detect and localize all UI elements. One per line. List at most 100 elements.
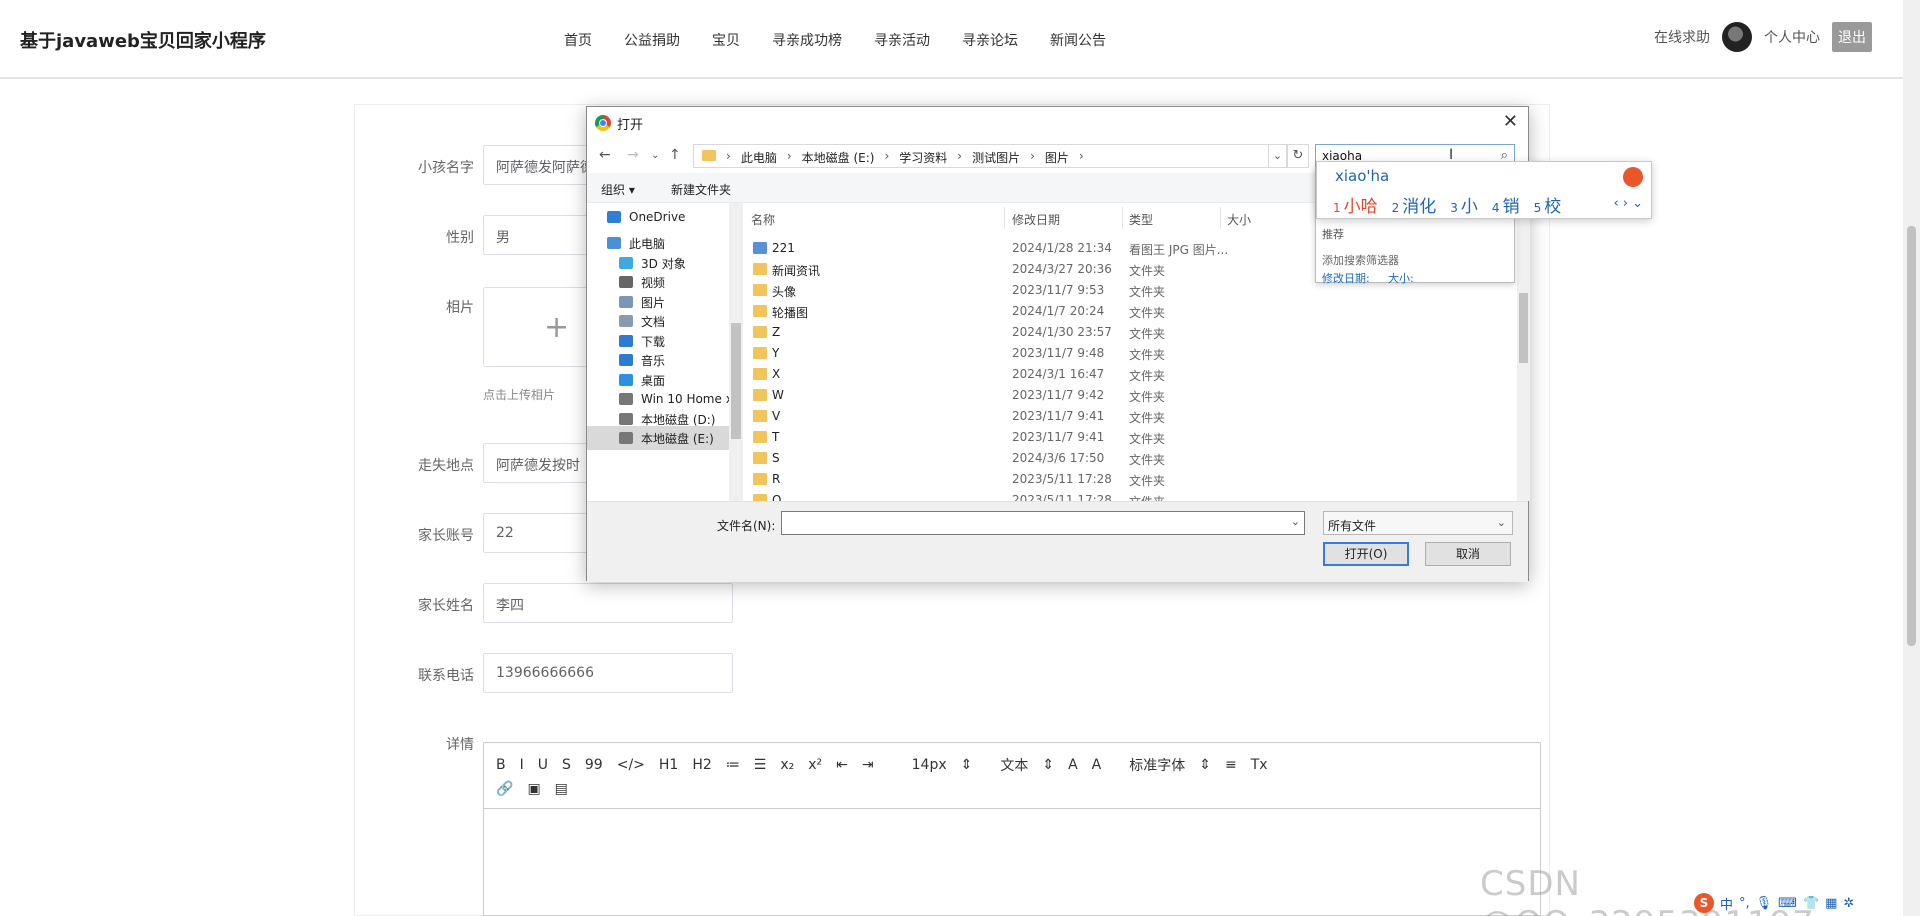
h2-icon[interactable]: H2 <box>692 757 711 773</box>
italic-icon[interactable]: I <box>520 757 524 773</box>
filter-size[interactable]: 大小: <box>1388 270 1414 286</box>
font-family-select[interactable]: 标准字体 <box>1129 755 1185 775</box>
file-row[interactable]: Q 2023/5/11 17:28 文件夹 <box>747 490 1407 501</box>
ime-candidate[interactable]: 3小 <box>1450 192 1478 217</box>
font-family-arrows-icon[interactable]: ⇕ <box>1199 757 1211 773</box>
file-row[interactable]: X 2024/3/1 16:47 文件夹 <box>747 364 1407 385</box>
breadcrumb-images[interactable]: 图片 <box>1045 149 1069 167</box>
nav-item-home[interactable]: 首页 <box>564 30 592 50</box>
file-row[interactable]: R 2023/5/11 17:28 文件夹 <box>747 469 1407 490</box>
nav-item-activities[interactable]: 寻亲活动 <box>874 30 930 50</box>
column-header-date[interactable]: 修改日期 <box>1012 211 1060 228</box>
indent-icon[interactable]: ⇥ <box>862 757 874 773</box>
page-scrollbar-thumb[interactable] <box>1907 226 1916 646</box>
file-row[interactable]: 新闻资讯 2024/3/27 20:36 文件夹 <box>747 259 1407 280</box>
image-icon[interactable]: ▣ <box>527 781 540 797</box>
font-color-icon[interactable]: A <box>1068 757 1078 773</box>
superscript-icon[interactable]: x² <box>808 757 822 773</box>
keyboard-icon[interactable]: ⌨ <box>1778 896 1797 911</box>
nav-item-news[interactable]: 新闻公告 <box>1050 30 1106 50</box>
recent-locations-chevron-icon[interactable]: ⌄ <box>651 150 659 161</box>
video-icon[interactable]: ▤ <box>555 781 568 797</box>
new-folder-button[interactable]: 新建文件夹 <box>671 181 731 198</box>
file-row[interactable]: 头像 2023/11/7 9:53 文件夹 <box>747 280 1407 301</box>
suggestion-recommend[interactable]: 推荐 <box>1322 226 1344 242</box>
font-size-arrows-icon[interactable]: ⇕ <box>961 757 973 773</box>
parent-name-input[interactable]: 李四 <box>483 583 733 623</box>
file-row[interactable]: V 2023/11/7 9:41 文件夹 <box>747 406 1407 427</box>
add-search-filter[interactable]: 添加搜索筛选器 <box>1322 252 1399 268</box>
nav-item-forum[interactable]: 寻亲论坛 <box>962 30 1018 50</box>
file-row[interactable]: 221 2024/1/28 21:34 看图王 JPG 图片... <box>747 238 1407 259</box>
text-style-select[interactable]: 文本 <box>1000 755 1028 775</box>
navigation-pane-scrollbar[interactable] <box>729 203 743 501</box>
code-icon[interactable]: </> <box>617 757 645 773</box>
site-title[interactable]: 基于javaweb宝贝回家小程序 <box>20 27 266 53</box>
breadcrumb-study[interactable]: 学习资料 <box>899 149 947 167</box>
file-list-scrollbar-thumb[interactable] <box>1519 293 1528 363</box>
background-color-icon[interactable]: A <box>1092 757 1102 773</box>
file-type-select[interactable]: 所有文件 ⌄ <box>1323 511 1513 535</box>
align-icon[interactable]: ≡ <box>1225 757 1237 773</box>
breadcrumb-this-pc[interactable]: 此电脑 <box>741 149 777 167</box>
organize-button[interactable]: 组织 ▾ <box>601 181 635 198</box>
cancel-button[interactable]: 取消 <box>1425 542 1511 566</box>
nav-item-success-list[interactable]: 寻亲成功榜 <box>772 30 842 50</box>
up-arrow-icon[interactable]: ↑ <box>669 147 681 163</box>
close-icon[interactable]: ✕ <box>1503 111 1518 132</box>
column-divider[interactable] <box>1122 207 1123 229</box>
skin-icon[interactable]: 👕 <box>1803 896 1819 911</box>
toolbox-icon[interactable]: ▦ <box>1825 896 1837 911</box>
file-row[interactable]: 轮播图 2024/1/7 20:24 文件夹 <box>747 301 1407 322</box>
punctuation-icon[interactable]: °, <box>1739 896 1750 911</box>
ime-language-indicator[interactable]: 中 <box>1720 894 1733 913</box>
ime-candidate[interactable]: 5校 <box>1534 192 1562 217</box>
address-bar[interactable]: › 此电脑 › 本地磁盘 (E:) › 学习资料 › 测试图片 › 图片 › <box>693 144 1269 168</box>
navigation-pane-scrollbar-thumb[interactable] <box>731 323 741 439</box>
ime-page-arrows[interactable]: ‹ › ⌄ <box>1613 196 1643 211</box>
personal-center-link[interactable]: 个人中心 <box>1764 27 1820 47</box>
rich-text-editor[interactable]: B I U S 99 </> H1 H2 ≔ ☰ x₂ x² ⇤ ⇥ 14px ⇕ 文本 ⇕ A A 标准字体 ⇕ ≡ Tx … <box>483 742 1541 916</box>
nav-item[interactable]: OneDrive <box>607 205 685 229</box>
logout-button[interactable]: 退出 <box>1832 22 1872 52</box>
ordered-list-icon[interactable]: ≔ <box>726 757 740 773</box>
chevron-down-icon[interactable]: ⌄ <box>1497 516 1506 529</box>
link-icon[interactable]: 🔗 <box>496 781 513 797</box>
breadcrumb-drive-e[interactable]: 本地磁盘 (E:) <box>802 149 875 167</box>
nav-item-donation[interactable]: 公益捐助 <box>624 30 680 50</box>
strike-icon[interactable]: S <box>562 757 571 773</box>
dialog-titlebar[interactable]: 打开 ✕ <box>587 107 1528 139</box>
open-button[interactable]: 打开(O) <box>1323 542 1409 566</box>
filter-modified-date[interactable]: 修改日期: <box>1322 270 1370 286</box>
microphone-icon[interactable]: 🎙 <box>1756 896 1773 911</box>
ime-candidate[interactable]: 4销 <box>1492 192 1520 217</box>
back-arrow-icon[interactable]: ← <box>599 147 611 163</box>
column-divider[interactable] <box>1220 207 1221 229</box>
sogou-ime-icon[interactable]: S <box>1694 893 1714 913</box>
clear-format-icon[interactable]: Tx <box>1251 757 1268 773</box>
text-style-arrows-icon[interactable]: ⇕ <box>1042 757 1054 773</box>
breadcrumb-test-images[interactable]: 测试图片 <box>972 149 1020 167</box>
bullet-list-icon[interactable]: ☰ <box>754 757 767 773</box>
file-list-scrollbar[interactable] <box>1517 203 1530 501</box>
file-row[interactable]: Z 2024/1/30 23:57 文件夹 <box>747 322 1407 343</box>
phone-input[interactable]: 13966666666 <box>483 653 733 693</box>
nav-item-baby[interactable]: 宝贝 <box>712 30 740 50</box>
ime-candidate[interactable]: 2 消化 <box>1392 192 1437 217</box>
column-header-type[interactable]: 类型 <box>1129 211 1153 228</box>
avatar[interactable] <box>1722 22 1752 52</box>
h1-icon[interactable]: H1 <box>659 757 678 773</box>
refresh-icon[interactable]: ↻ <box>1287 144 1309 168</box>
chevron-down-icon[interactable]: ⌄ <box>1291 515 1300 528</box>
online-help-link[interactable]: 在线求助 <box>1654 27 1710 47</box>
nav-item[interactable]: 本地磁盘 (E:) <box>587 426 729 450</box>
bold-icon[interactable]: B <box>496 757 506 773</box>
file-row[interactable]: Y 2023/11/7 9:48 文件夹 <box>747 343 1407 364</box>
outdent-icon[interactable]: ⇤ <box>836 757 848 773</box>
column-divider[interactable] <box>1004 207 1005 229</box>
column-header-name[interactable]: 名称 <box>751 211 775 228</box>
address-dropdown-icon[interactable]: ⌄ <box>1269 144 1287 168</box>
forward-arrow-icon[interactable]: → <box>627 147 639 163</box>
quote-icon[interactable]: 99 <box>585 757 603 773</box>
underline-icon[interactable]: U <box>538 757 548 773</box>
